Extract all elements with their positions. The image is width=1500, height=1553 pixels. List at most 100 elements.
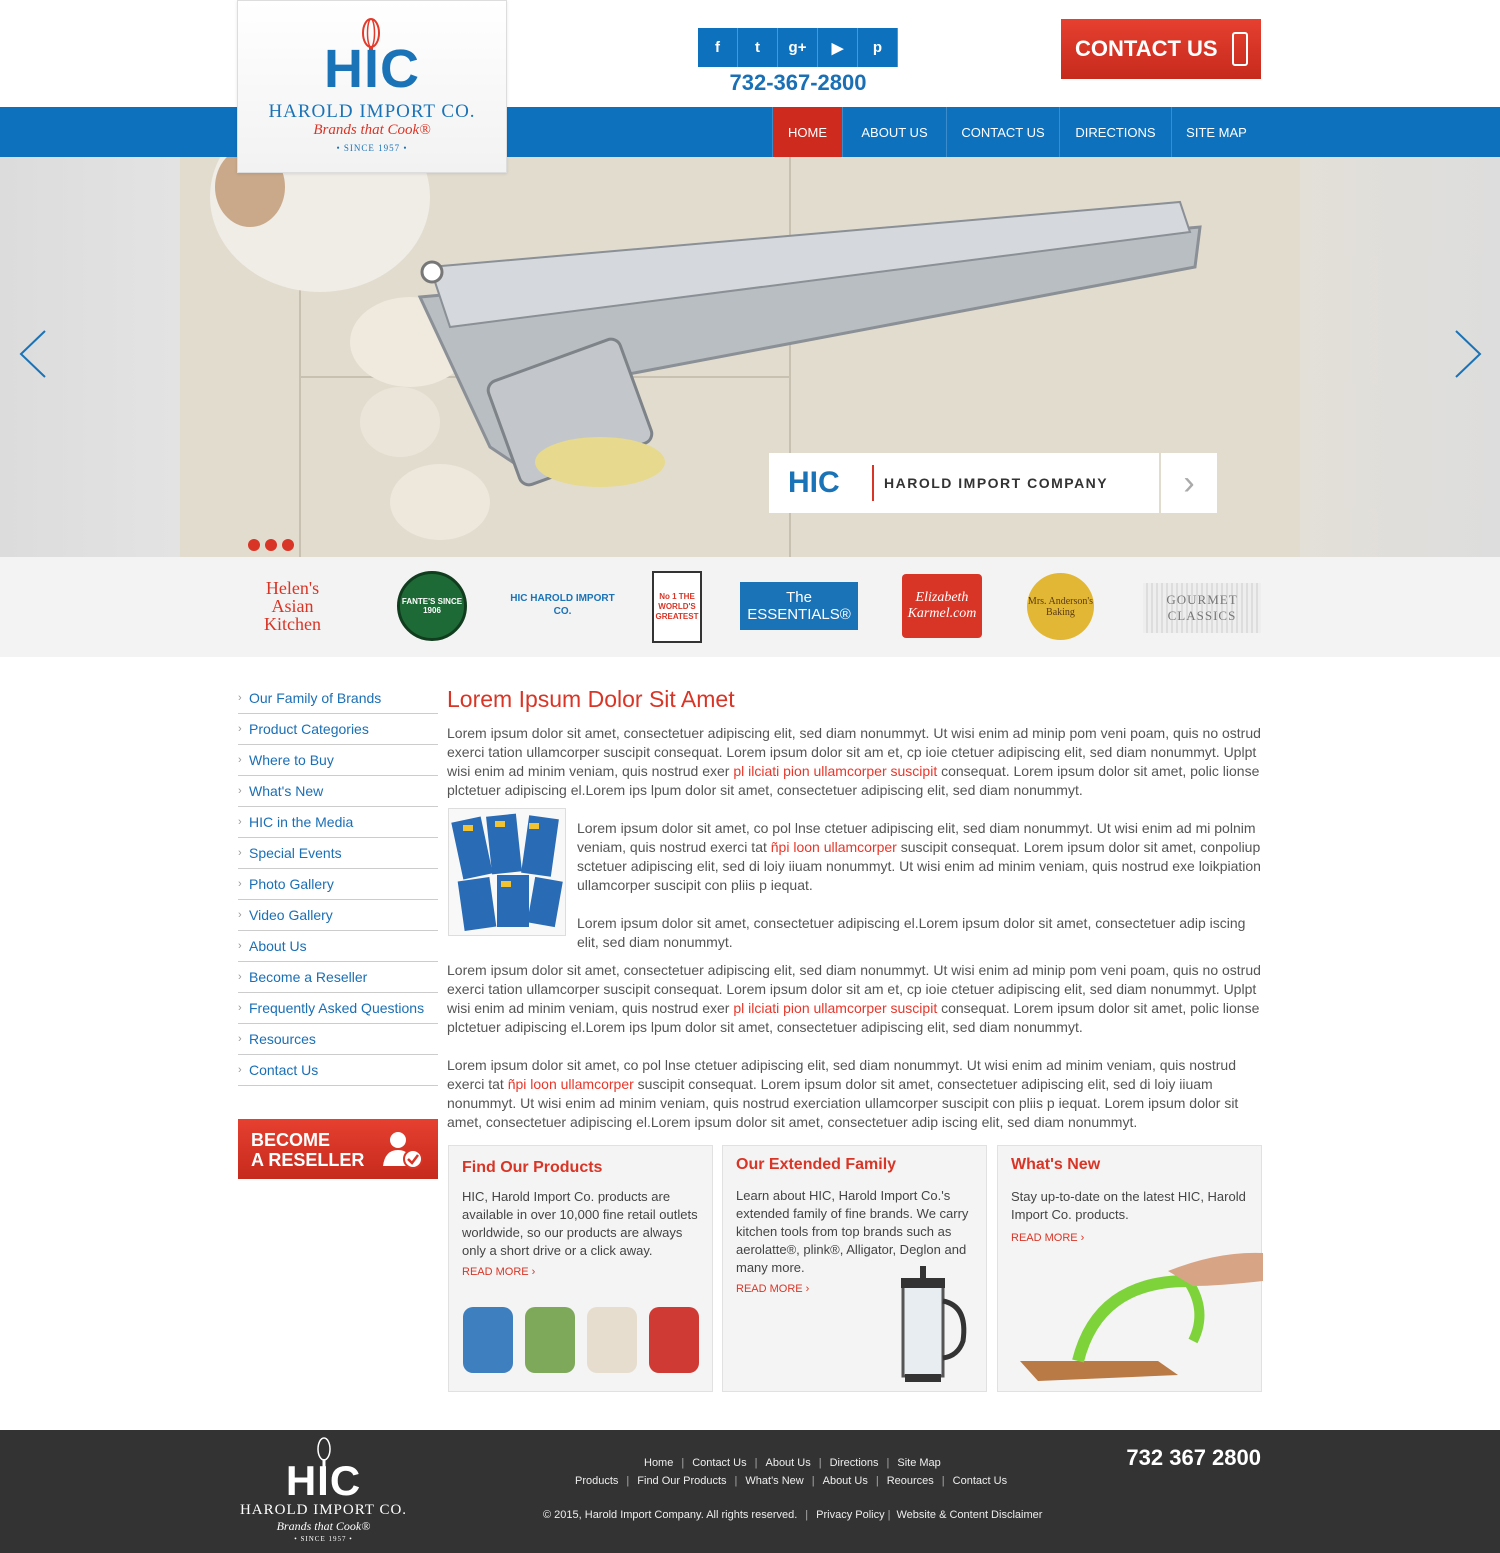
footer-link[interactable]: Contact Us — [692, 1457, 746, 1469]
footer-link[interactable]: Directions — [830, 1457, 879, 1469]
sidebar-item-become-a-reseller[interactable]: › Become a Reseller — [238, 962, 438, 993]
footer-legal: © 2015, Harold Import Company. All right… — [543, 1509, 1043, 1521]
separator: | — [811, 1475, 815, 1487]
slider-dot[interactable] — [248, 539, 260, 551]
card-text: HIC, Harold Import Co. products are avai… — [462, 1189, 698, 1258]
sidebar-item-label: What's New — [249, 783, 324, 799]
sidebar-item-where-to-buy[interactable]: › Where to Buy — [238, 745, 438, 776]
slider-dot[interactable] — [265, 539, 277, 551]
caption-next-button[interactable]: › — [1161, 453, 1217, 513]
slider-dot[interactable] — [282, 539, 294, 551]
read-more-link[interactable]: READ MORE › — [1011, 1232, 1084, 1244]
sidebar-item-photo-gallery[interactable]: › Photo Gallery — [238, 869, 438, 900]
sidebar-item-what-s-new[interactable]: › What's New — [238, 776, 438, 807]
sidebar-item-special-events[interactable]: › Special Events — [238, 838, 438, 869]
site-logo[interactable]: HIC HAROLD IMPORT CO. Brands that Cook® … — [237, 0, 507, 173]
chevron-right-icon: › — [238, 909, 242, 921]
chevron-right-icon: › — [238, 816, 242, 828]
footer-link[interactable]: Site Map — [897, 1457, 940, 1469]
chevron-right-icon: › — [238, 971, 242, 983]
twitter-icon[interactable]: t — [738, 28, 778, 67]
footer-logo-company: HAROLD IMPORT CO. — [239, 1502, 408, 1518]
sidebar-item-label: Frequently Asked Questions — [249, 1000, 425, 1016]
brand-logo-worlds-greatest[interactable]: No 1 THE WORLD'S GREATEST — [652, 571, 702, 643]
logo-hic: HIC — [324, 39, 420, 99]
read-more-link[interactable]: READ MORE › — [462, 1266, 535, 1278]
sidebar-item-frequently-asked-questions[interactable]: › Frequently Asked Questions — [238, 993, 438, 1024]
card-title: Our Extended Family — [736, 1156, 897, 1173]
chevron-right-icon: › — [238, 723, 242, 735]
french-press-image — [901, 1266, 967, 1382]
read-more-link[interactable]: READ MORE › — [736, 1283, 809, 1295]
footer-logo-since: • SINCE 1957 • — [294, 1535, 353, 1543]
sidebar-item-about-us[interactable]: › About Us — [238, 931, 438, 962]
sidebar-item-resources[interactable]: › Resources — [238, 1024, 438, 1055]
paragraph: Lorem ipsum dolor sit amet, consectetuer… — [447, 725, 1261, 798]
card-extended-family: Our Extended Family Learn about HIC, Har… — [722, 1145, 987, 1392]
nav-site-map[interactable]: SITE MAP — [1171, 107, 1261, 157]
nav-about-us[interactable]: ABOUT US — [842, 107, 946, 157]
sidebar-nav: › Our Family of Brands › Product Categories… — [238, 683, 438, 1086]
inline-link[interactable]: ñpi loon ullamcorper — [771, 839, 897, 855]
brand-logo-essentials[interactable]: The ESSENTIALS® — [740, 582, 858, 630]
footer-link[interactable]: Contact Us — [953, 1475, 1007, 1487]
sidebar-item-label: Contact Us — [249, 1062, 319, 1078]
inline-link[interactable]: pl ilciati pion ullamcorper suscipit — [733, 1000, 937, 1016]
brand-logo-fantes[interactable]: FANTE'S SINCE 1906 — [397, 571, 467, 641]
brand-logo-elizabeth-karmel[interactable]: Elizabeth Karmel.com — [902, 574, 982, 638]
footer-link[interactable]: About Us — [765, 1457, 810, 1469]
brand-logo-helens[interactable]: Helen's Asian Kitchen — [245, 571, 340, 641]
hero-next-arrow[interactable] — [1450, 329, 1484, 379]
brand-logo-hic[interactable]: HIC HAROLD IMPORT CO. — [505, 569, 620, 641]
footer-link[interactable]: Reources — [887, 1475, 934, 1487]
sidebar-item-label: Product Categories — [249, 721, 369, 737]
copyright-text: © 2015, Harold Import Company. All right… — [543, 1509, 798, 1521]
card-find-products: Find Our Products HIC, Harold Import Co.… — [448, 1145, 713, 1392]
facebook-icon[interactable]: f — [698, 28, 738, 67]
footer-link[interactable]: Find Our Products — [637, 1475, 726, 1487]
separator: | — [681, 1457, 685, 1469]
sidebar-item-product-categories[interactable]: › Product Categories — [238, 714, 438, 745]
hero-prev-arrow[interactable] — [17, 329, 51, 379]
chevron-right-icon: › — [238, 1033, 242, 1045]
footer-logo[interactable]: HIC HAROLD IMPORT CO. Brands that Cook® … — [237, 1437, 410, 1547]
footer-phone[interactable]: 732 367 2800 — [1100, 1445, 1261, 1471]
nav-contact-us[interactable]: CONTACT US — [946, 107, 1059, 157]
main-nav: HOME ABOUT US CONTACT US DIRECTIONS SITE MAP — [0, 107, 1500, 157]
inline-link[interactable]: pl ilciati pion ullamcorper suscipit — [733, 763, 937, 779]
main-content: Lorem Ipsum Dolor Sit Amet Lorem ipsum d… — [447, 683, 1262, 1132]
brand-strip: Helen's Asian Kitchen FANTE'S SINCE 1906… — [0, 557, 1500, 657]
footer-link[interactable]: Home — [644, 1457, 673, 1469]
ramekins-image — [463, 1307, 699, 1373]
separator: | — [734, 1475, 738, 1487]
sidebar-item-contact-us[interactable]: › Contact Us — [238, 1055, 438, 1086]
pinterest-icon[interactable]: p — [858, 28, 898, 67]
become-reseller-button[interactable]: BECOME A RESELLER — [238, 1119, 438, 1179]
card-text: Stay up-to-date on the latest HIC, Harol… — [1011, 1189, 1246, 1222]
disclaimer-link[interactable]: Website & Content Disclaimer — [896, 1509, 1042, 1521]
footer-link[interactable]: About Us — [823, 1475, 868, 1487]
caption-text: HAROLD IMPORT COMPANY — [884, 475, 1109, 491]
sidebar-item-our-family-of-brands[interactable]: › Our Family of Brands — [238, 683, 438, 714]
google-plus-icon[interactable]: g+ — [778, 28, 818, 67]
footer-link[interactable]: Products — [575, 1475, 618, 1487]
sidebar-item-label: Become a Reseller — [249, 969, 368, 985]
sidebar-item-label: Where to Buy — [249, 752, 334, 768]
privacy-policy-link[interactable]: Privacy Policy — [816, 1509, 884, 1521]
inline-link[interactable]: ñpi loon ullamcorper — [508, 1076, 634, 1092]
sidebar-item-label: HIC in the Media — [249, 814, 354, 830]
contact-us-button[interactable]: CONTACT US — [1061, 19, 1261, 79]
header-phone[interactable]: 732-367-2800 — [698, 70, 898, 96]
nav-home[interactable]: HOME — [772, 107, 842, 157]
sidebar-item-hic-in-the-media[interactable]: › HIC in the Media — [238, 807, 438, 838]
hero-caption[interactable]: HIC HAROLD IMPORT COMPANY — [769, 453, 1159, 513]
brand-logo-gourmet-classics[interactable]: GOURMET CLASSICS — [1143, 583, 1261, 633]
chevron-right-icon: › — [238, 785, 242, 797]
footer-link[interactable]: What's New — [745, 1475, 803, 1487]
chevron-right-icon: › — [238, 940, 242, 952]
brand-logo-mrs-andersons[interactable]: Mrs. Anderson's Baking — [1027, 573, 1094, 640]
youtube-icon[interactable]: ▶ — [818, 28, 858, 67]
user-check-icon — [383, 1132, 423, 1169]
nav-directions[interactable]: DIRECTIONS — [1059, 107, 1171, 157]
sidebar-item-video-gallery[interactable]: › Video Gallery — [238, 900, 438, 931]
